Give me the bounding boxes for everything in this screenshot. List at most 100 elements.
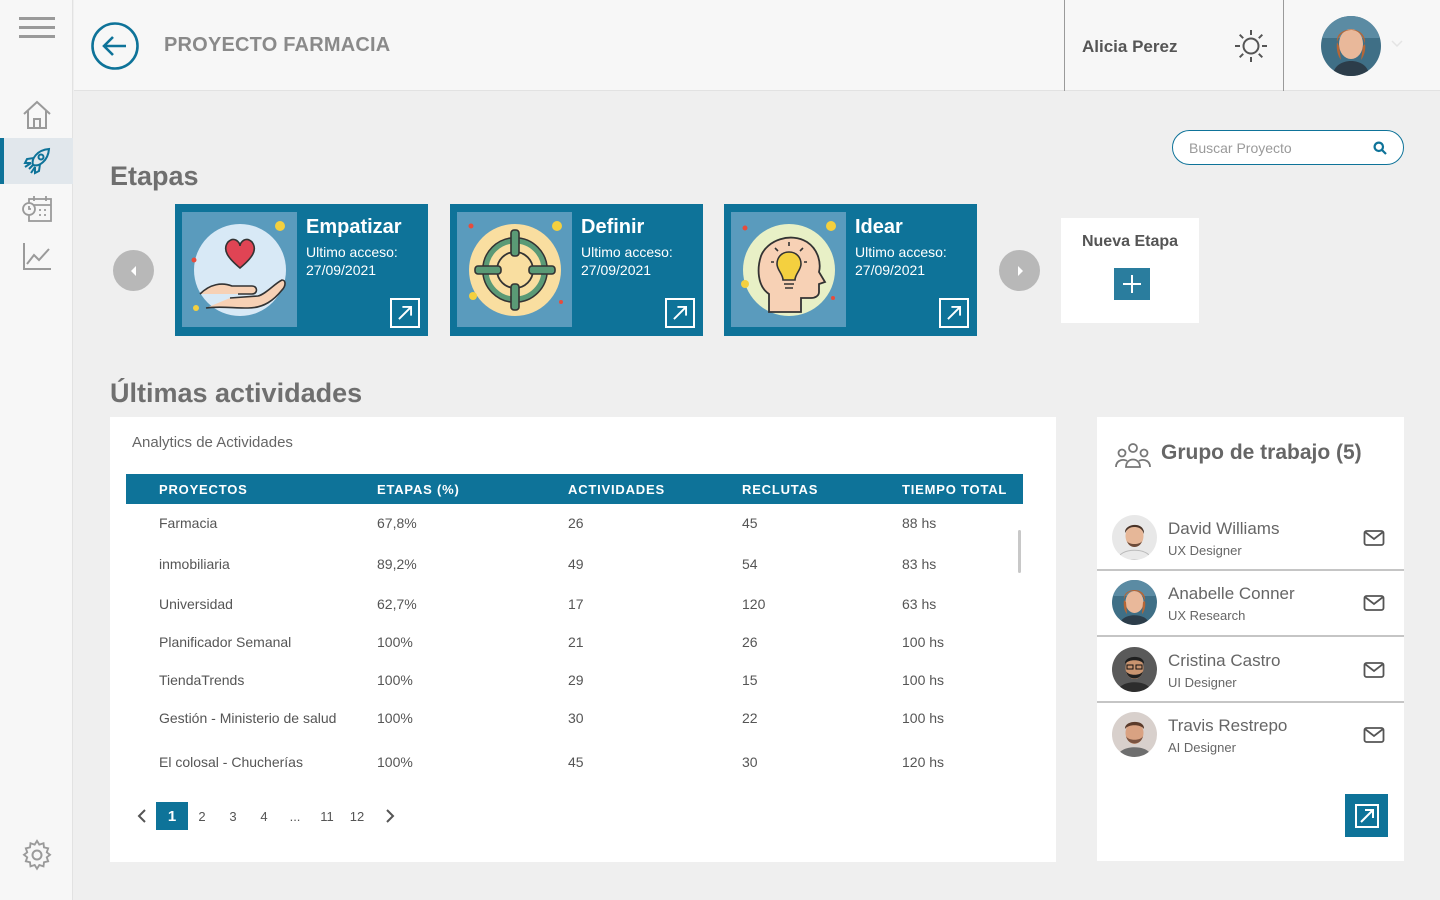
table-cell: 100%	[377, 710, 413, 726]
table-cell: 45	[742, 515, 758, 531]
table-cell: 120 hs	[902, 754, 945, 770]
mail-icon[interactable]	[1363, 529, 1385, 547]
search-input[interactable]	[1189, 137, 1359, 159]
user-avatar[interactable]	[1321, 16, 1381, 76]
mail-icon[interactable]	[1363, 661, 1385, 679]
search-box	[1172, 130, 1404, 165]
add-stage-button[interactable]	[1114, 268, 1150, 300]
table-cell: Gestión - Ministerio de salud	[159, 710, 337, 726]
column-header[interactable]: RECLUTAS	[742, 482, 818, 497]
table-cell: Farmacia	[159, 515, 218, 531]
stage-access-label: Ultimo acceso:	[581, 244, 673, 260]
plus-icon	[1123, 275, 1141, 293]
sidebar-item-projects[interactable]	[0, 138, 73, 184]
stage-card-definir[interactable]: Definir Ultimo acceso: 27/09/2021	[450, 204, 703, 336]
table-cell: 15	[742, 672, 758, 688]
avatar	[1112, 712, 1157, 757]
heart-hand-icon	[182, 212, 297, 327]
topbar: PROYECTO FARMACIA Alicia Perez	[74, 0, 1440, 91]
column-header[interactable]: ETAPAS (%)	[377, 482, 460, 497]
back-arrow-icon[interactable]	[90, 21, 140, 71]
panel-title: Analytics de Actividades	[132, 434, 293, 451]
table-cell: 30	[568, 710, 584, 726]
pagination-next-button[interactable]	[378, 802, 402, 830]
open-external-icon[interactable]	[939, 298, 969, 328]
chevron-down-icon[interactable]	[1391, 40, 1403, 48]
column-header[interactable]: ACTIVIDADES	[568, 482, 665, 497]
stage-name: Empatizar	[306, 216, 402, 238]
calendar-clock-icon	[21, 196, 52, 222]
stage-card-empatizar[interactable]: Empatizar Ultimo acceso: 27/09/2021	[175, 204, 428, 336]
search-icon[interactable]	[1373, 141, 1387, 155]
pagination-page[interactable]: 12	[345, 802, 369, 830]
member-role: UX Research	[1168, 608, 1246, 623]
mail-icon[interactable]	[1363, 594, 1385, 612]
table-cell: 100%	[377, 634, 413, 650]
user-name: Alicia Perez	[1082, 37, 1178, 56]
sidebar	[0, 0, 73, 900]
table-cell: 21	[568, 634, 584, 650]
divider	[1283, 0, 1284, 91]
table-cell: inmobiliaria	[159, 556, 230, 572]
stage-last-access: Ultimo acceso: 27/09/2021	[855, 243, 947, 279]
member-role: AI Designer	[1168, 740, 1236, 755]
stage-card-idear[interactable]: Idear Ultimo acceso: 27/09/2021	[724, 204, 977, 336]
member-role: UI Designer	[1168, 675, 1237, 690]
stage-access-date: 27/09/2021	[306, 262, 377, 278]
stage-access-label: Ultimo acceso:	[306, 244, 398, 260]
table-cell: 45	[568, 754, 584, 770]
pagination-prev-button[interactable]	[130, 802, 154, 830]
table-cell: 26	[568, 515, 584, 531]
group-icon	[1115, 443, 1151, 468]
hamburger-icon	[18, 17, 55, 38]
pagination-ellipsis: ...	[289, 808, 301, 824]
stage-access-date: 27/09/2021	[581, 262, 652, 278]
table-cell: 100 hs	[902, 672, 945, 688]
table-cell: 17	[568, 596, 584, 612]
table-cell: 100%	[377, 672, 413, 688]
project-title: PROYECTO FARMACIA	[164, 34, 391, 56]
table-cell: 30	[742, 754, 758, 770]
team-member[interactable]: David Williams UX Designer	[1097, 505, 1404, 571]
table-cell: 63 hs	[902, 596, 937, 612]
table-cell: Universidad	[159, 596, 233, 612]
mail-icon[interactable]	[1363, 726, 1385, 744]
stage-access-label: Ultimo acceso:	[855, 244, 947, 260]
table-header: PROYECTOS ETAPAS (%) ACTIVIDADES RECLUTA…	[126, 474, 1023, 504]
sidebar-item-analytics[interactable]	[0, 233, 73, 279]
pagination-page[interactable]: 2	[190, 802, 214, 830]
pagination-page[interactable]: 4	[252, 802, 276, 830]
column-header[interactable]: PROYECTOS	[159, 482, 248, 497]
pagination-page[interactable]: 1	[156, 802, 188, 830]
divider	[1064, 0, 1065, 91]
member-role: UX Designer	[1168, 543, 1242, 558]
column-header[interactable]: TIEMPO TOTAL	[902, 482, 1007, 497]
pagination-page[interactable]: 3	[221, 802, 245, 830]
new-stage-label: Nueva Etapa	[1081, 233, 1179, 250]
line-chart-icon	[22, 243, 51, 270]
team-member[interactable]: Travis Restrepo AI Designer	[1097, 702, 1404, 768]
table-scrollbar[interactable]	[1018, 530, 1021, 573]
settings-button[interactable]	[0, 832, 73, 878]
table-cell: 89,2%	[377, 556, 417, 572]
open-external-icon[interactable]	[665, 298, 695, 328]
open-external-icon	[1354, 803, 1379, 828]
team-member[interactable]: Anabelle Conner UX Research	[1097, 570, 1404, 636]
sun-icon[interactable]	[1233, 28, 1269, 64]
open-team-button[interactable]	[1345, 794, 1388, 837]
sidebar-item-calendar[interactable]	[0, 186, 73, 232]
stage-name: Idear	[855, 216, 903, 238]
table-cell: 83 hs	[902, 556, 937, 572]
menu-button[interactable]	[0, 5, 73, 51]
carousel-prev-button[interactable]	[113, 250, 154, 291]
sidebar-item-home[interactable]	[0, 92, 73, 138]
team-member[interactable]: Cristina Castro UI Designer	[1097, 637, 1404, 703]
pagination-page[interactable]: 11	[315, 802, 339, 830]
open-external-icon[interactable]	[390, 298, 420, 328]
target-icon	[457, 212, 572, 327]
table-cell: El colosal - Chucherías	[159, 754, 303, 770]
avatar	[1112, 515, 1157, 560]
chevron-left-icon	[137, 809, 146, 823]
table-cell: Planificador Semanal	[159, 634, 292, 650]
carousel-next-button[interactable]	[999, 250, 1040, 291]
